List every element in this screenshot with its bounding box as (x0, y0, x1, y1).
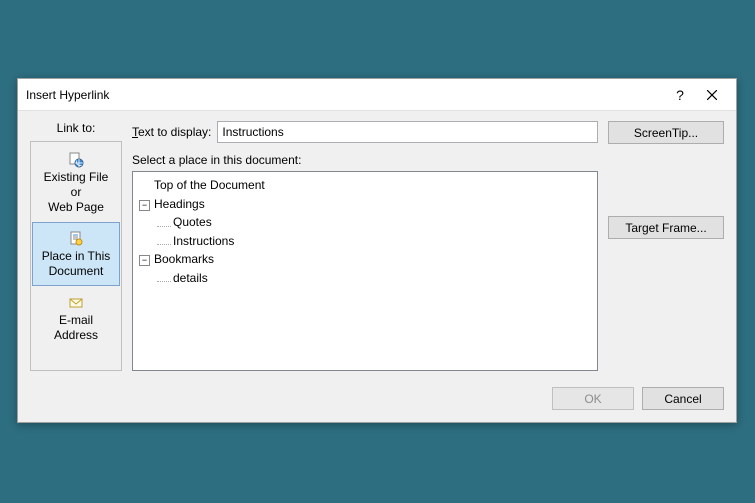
document-place-tree[interactable]: Top of the Document −Headings Quotes Ins… (132, 171, 598, 371)
tree-item-heading-child[interactable]: Instructions (157, 232, 591, 251)
linkto-item-line1: E-mail Address (54, 313, 98, 342)
tree-item-headings[interactable]: −Headings Quotes Instructions (139, 195, 591, 251)
mail-icon (68, 295, 84, 311)
tree-item-top[interactable]: Top of the Document (139, 176, 591, 195)
center-column: Text to display: Select a place in this … (132, 121, 598, 371)
doc-anchor-icon (68, 231, 84, 247)
close-button[interactable] (696, 83, 728, 107)
linkto-item-line1: Existing File or (44, 170, 109, 199)
collapse-icon[interactable]: − (139, 255, 150, 266)
linkto-email-address[interactable]: E-mail Address (32, 286, 120, 350)
ok-button[interactable]: OK (552, 387, 634, 410)
linkto-label: Link to: (30, 121, 122, 135)
dialog-footer: OK Cancel (18, 387, 736, 422)
target-frame-button[interactable]: Target Frame... (608, 216, 724, 239)
close-icon (707, 90, 717, 100)
linkto-panel: Existing File or Web Page Place in Thi (30, 141, 122, 371)
help-button[interactable]: ? (664, 83, 696, 107)
select-place-label: Select a place in this document: (132, 153, 598, 167)
text-to-display-input[interactable] (217, 121, 598, 143)
globe-file-icon (68, 152, 84, 168)
titlebar: Insert Hyperlink ? (18, 79, 736, 111)
linkto-column: Link to: Existing File or Web Page (30, 121, 122, 371)
cancel-button[interactable]: Cancel (642, 387, 724, 410)
text-to-display-row: Text to display: (132, 121, 598, 143)
dialog-title: Insert Hyperlink (26, 88, 664, 102)
tree-item-heading-child[interactable]: Quotes (157, 213, 591, 232)
linkto-place-in-doc[interactable]: Place in This Document (32, 222, 120, 286)
help-icon: ? (676, 87, 684, 103)
collapse-icon[interactable]: − (139, 200, 150, 211)
tree-item-bookmarks[interactable]: −Bookmarks details (139, 250, 591, 287)
right-column: ScreenTip... Target Frame... (608, 121, 724, 371)
linkto-item-line2: Document (49, 264, 104, 278)
text-to-display-label: Text to display: (132, 125, 211, 139)
linkto-item-line2: Web Page (48, 200, 104, 214)
screentip-button[interactable]: ScreenTip... (608, 121, 724, 144)
linkto-item-line1: Place in This (42, 249, 110, 263)
linkto-existing-file[interactable]: Existing File or Web Page (32, 143, 120, 222)
insert-hyperlink-dialog: Insert Hyperlink ? Link to: (17, 78, 737, 423)
tree-item-bookmark-child[interactable]: details (157, 269, 591, 288)
